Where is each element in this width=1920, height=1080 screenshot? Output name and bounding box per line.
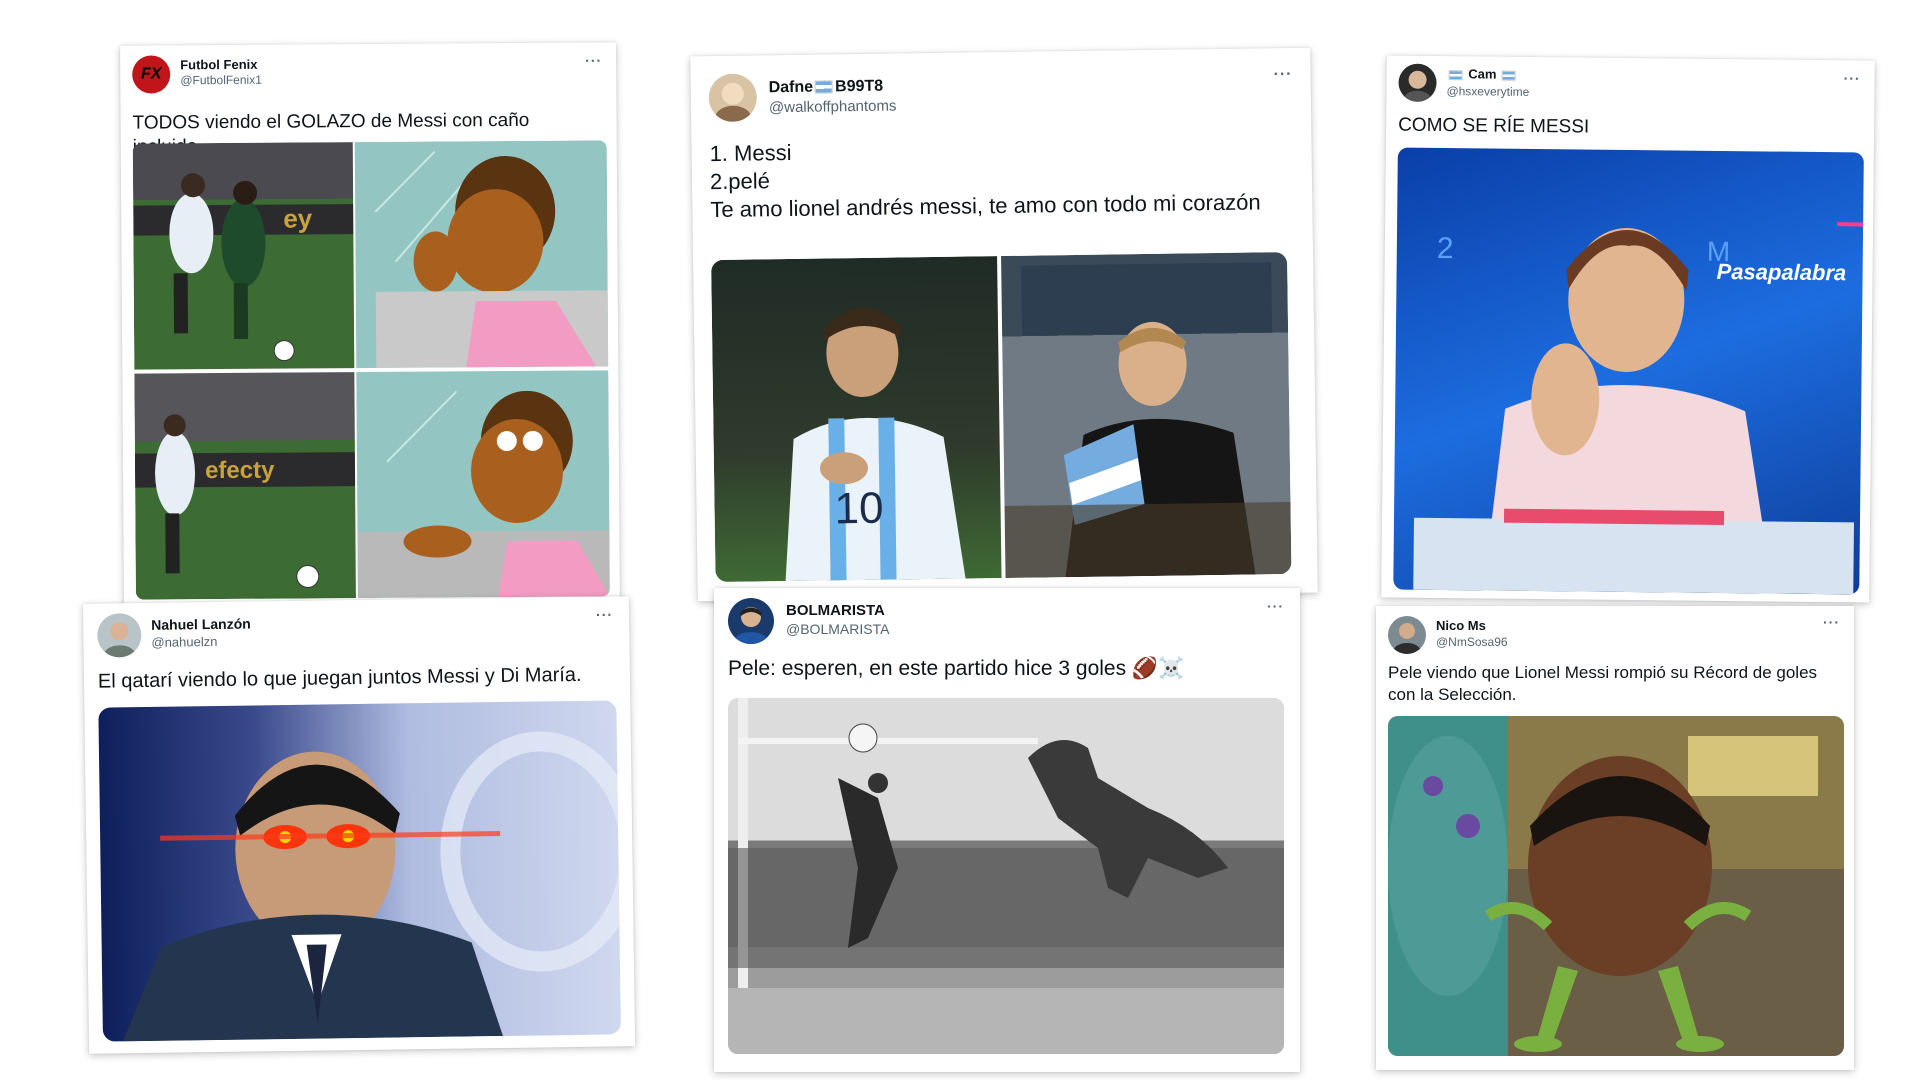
author-name-suffix: B99T8 <box>834 77 884 96</box>
photo-host-smiling: 2 M <box>1413 222 1864 595</box>
tweet-media[interactable] <box>98 700 621 1042</box>
tweet-media[interactable]: 2 M Pasapalabra <box>1393 147 1864 595</box>
more-dots-icon[interactable]: ··· <box>1273 66 1292 84</box>
author-name[interactable]: BOLMARISTA <box>786 602 885 619</box>
tweet-media[interactable] <box>1388 716 1844 1056</box>
cartoon-character-sipping <box>354 140 609 369</box>
photo-messi-dribble-2: efecty <box>134 372 356 600</box>
photo-messi-hand-on-chest: 10 <box>711 256 1002 583</box>
more-dots-icon[interactable]: ··· <box>1844 70 1861 86</box>
tweet-card-bolmarista[interactable]: BOLMARISTA @BOLMARISTA ··· Pele: esperen… <box>714 588 1300 1072</box>
author-name[interactable]: Nahuel Lanzón <box>151 615 251 632</box>
tweet-card-dafne[interactable]: Dafne B99T8 @walkoffphantoms ··· 1. Messi… <box>690 47 1318 602</box>
author-name[interactable]: Cam <box>1447 66 1519 82</box>
media-caption-watermark: Pasapalabra <box>1716 258 1847 286</box>
avatar[interactable] <box>1388 616 1426 654</box>
svg-text:2: 2 <box>1437 232 1454 265</box>
tweet-card-cam[interactable]: Cam @hsxeverytime ··· COMO SE RÍE MESSI … <box>1381 55 1875 603</box>
svg-text:10: 10 <box>834 484 884 534</box>
author-handle[interactable]: @NmSosa96 <box>1436 635 1508 649</box>
author-name[interactable]: Nico Ms <box>1436 618 1486 633</box>
avatar-logo-text: FX <box>140 65 162 83</box>
tweet-text: Pele viendo que Lionel Messi rompió su R… <box>1388 663 1818 704</box>
photo-goalkeeper-dinosaur <box>728 698 1284 1054</box>
tweet-text: El qatarí viendo lo que juegan juntos Me… <box>97 663 582 693</box>
more-dots-icon[interactable]: ··· <box>1267 598 1284 614</box>
avatar[interactable] <box>728 598 774 644</box>
author-name[interactable]: Futbol Fenix <box>180 57 257 73</box>
svg-text:ey: ey <box>283 203 313 233</box>
author-handle[interactable]: @nahuelzn <box>151 634 217 650</box>
tweet-card-nahuel[interactable]: Nahuel Lanzón @nahuelzn ··· El qatarí vi… <box>82 596 636 1054</box>
author-name-text: Dafne <box>768 78 814 97</box>
tweet-media[interactable]: ey efecty <box>132 140 610 600</box>
author-handle[interactable]: @hsxeverytime <box>1446 84 1529 99</box>
photo-pele-monster-body <box>1388 716 1818 1056</box>
tweet-card-nico[interactable]: Nico Ms @NmSosa96 ··· Pele viendo que Li… <box>1376 606 1854 1070</box>
argentina-flag-icon <box>815 80 834 94</box>
tweet-text: 1. Messi 2.pelé Te amo lionel andrés mes… <box>709 139 1261 223</box>
author-name-text: Cam <box>1468 66 1497 82</box>
cartoon-character-smug <box>356 370 610 599</box>
argentina-flag-icon <box>1448 69 1463 80</box>
tweet-text: COMO SE RÍE MESSI <box>1398 114 1590 138</box>
more-dots-icon[interactable]: ··· <box>596 606 613 622</box>
argentina-flag-icon <box>1502 70 1517 81</box>
tweet-card-futbol-fenix[interactable]: FX Futbol Fenix @FutbolFenix1 ··· TODOS … <box>120 42 620 606</box>
avatar[interactable]: FX <box>132 55 171 94</box>
more-dots-icon[interactable]: ··· <box>1823 614 1840 630</box>
svg-text:efecty: efecty <box>205 457 275 484</box>
photo-messi-dribble-1: ey <box>132 142 355 370</box>
photo-man-with-argentina-flag <box>1001 252 1292 579</box>
tweet-media[interactable]: 10 <box>711 252 1292 583</box>
photo-man-laser-eyes <box>122 731 621 1042</box>
more-dots-icon[interactable]: ··· <box>585 52 602 68</box>
author-handle[interactable]: @walkoffphantoms <box>769 97 897 116</box>
avatar[interactable] <box>1398 63 1437 102</box>
tweet-media[interactable] <box>728 698 1284 1054</box>
tweet-text: Pele: esperen, en este partido hice 3 go… <box>728 657 1185 680</box>
author-name[interactable]: Dafne B99T8 <box>769 78 884 98</box>
author-handle[interactable]: @FutbolFenix1 <box>180 73 262 88</box>
author-handle[interactable]: @BOLMARISTA <box>786 621 889 637</box>
avatar[interactable] <box>708 73 758 123</box>
avatar[interactable] <box>97 613 142 658</box>
